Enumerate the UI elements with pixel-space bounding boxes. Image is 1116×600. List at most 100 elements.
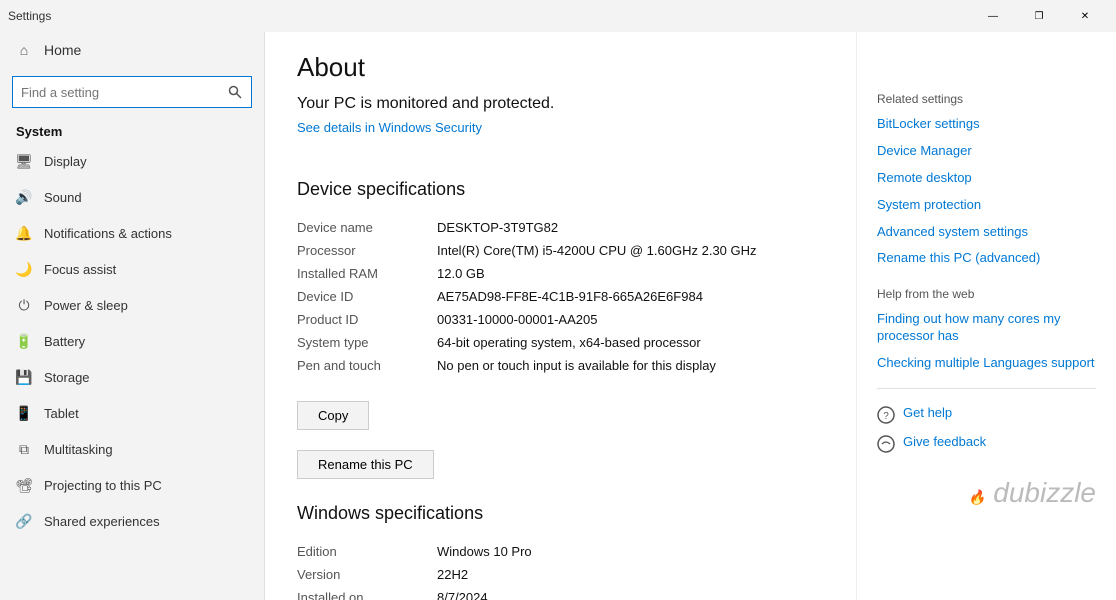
sidebar-item-power[interactable]: ⏻ Power & sleep	[0, 287, 264, 323]
sidebar-label-storage: Storage	[44, 370, 90, 385]
give-feedback-link[interactable]: Give feedback	[903, 434, 986, 451]
related-settings-link[interactable]: Advanced system settings	[877, 224, 1096, 241]
restore-button[interactable]: ❐	[1016, 0, 1062, 32]
spec-value: Windows 10 Pro	[437, 540, 824, 563]
give-feedback-row: Give feedback	[877, 434, 1096, 453]
sidebar-nav: 🖥 Display 🔊 Sound 🔔 Notifications & acti…	[0, 143, 264, 539]
notifications-icon: 🔔	[16, 225, 32, 241]
main-content: About Your PC is monitored and protected…	[265, 32, 856, 600]
get-help-link[interactable]: Get help	[903, 405, 952, 422]
sidebar-item-tablet[interactable]: 📱 Tablet	[0, 395, 264, 431]
sidebar-label-multitasking: Multitasking	[44, 442, 113, 457]
table-row: Pen and touchNo pen or touch input is av…	[297, 354, 824, 377]
divider	[877, 388, 1096, 389]
sidebar-item-focus[interactable]: 🌙 Focus assist	[0, 251, 264, 287]
table-row: Installed on8/7/2024	[297, 586, 824, 600]
battery-icon: 🔋	[16, 333, 32, 349]
focus-icon: 🌙	[16, 261, 32, 277]
search-icon	[228, 85, 242, 99]
sound-icon: 🔊	[16, 189, 32, 205]
sidebar-item-projecting[interactable]: 📽 Projecting to this PC	[0, 467, 264, 503]
device-specs-title: Device specifications	[297, 179, 824, 200]
window-controls: — ❐ ✕	[970, 0, 1108, 32]
help-title: Help from the web	[877, 287, 1096, 301]
spec-value: DESKTOP-3T9TG82	[437, 216, 824, 239]
pc-status-text: Your PC is monitored and protected.	[297, 95, 824, 113]
spec-value: 12.0 GB	[437, 262, 824, 285]
sidebar-label-notifications: Notifications & actions	[44, 226, 172, 241]
svg-text:?: ?	[883, 411, 889, 422]
spec-value: 22H2	[437, 563, 824, 586]
spec-value: No pen or touch input is available for t…	[437, 354, 824, 377]
table-row: Installed RAM12.0 GB	[297, 262, 824, 285]
sidebar-item-display[interactable]: 🖥 Display	[0, 143, 264, 179]
sidebar-label-projecting: Projecting to this PC	[44, 478, 162, 493]
sidebar-label-sound: Sound	[44, 190, 82, 205]
table-row: Version22H2	[297, 563, 824, 586]
spec-value: AE75AD98-FF8E-4C1B-91F8-665A26E6F984	[437, 285, 824, 308]
search-button[interactable]	[219, 77, 251, 107]
spec-label: Installed on	[297, 586, 437, 600]
related-settings-link[interactable]: System protection	[877, 197, 1096, 214]
help-links: Finding out how many cores my processor …	[877, 311, 1096, 372]
get-help-row: ? Get help	[877, 405, 1096, 424]
sidebar-item-multitasking[interactable]: ⧉ Multitasking	[0, 431, 264, 467]
spec-label: Edition	[297, 540, 437, 563]
related-settings-link[interactable]: BitLocker settings	[877, 116, 1096, 133]
spec-label: Device name	[297, 216, 437, 239]
app-title: Settings	[8, 9, 51, 23]
spec-label: Version	[297, 563, 437, 586]
copy-button[interactable]: Copy	[297, 401, 369, 430]
table-row: Device IDAE75AD98-FF8E-4C1B-91F8-665A26E…	[297, 285, 824, 308]
home-icon: ⌂	[16, 42, 32, 58]
sidebar-item-notifications[interactable]: 🔔 Notifications & actions	[0, 215, 264, 251]
table-row: System type64-bit operating system, x64-…	[297, 331, 824, 354]
table-row: Product ID00331-10000-00001-AA205	[297, 308, 824, 331]
right-panel: Related settings BitLocker settings Devic…	[856, 32, 1116, 600]
minimize-button[interactable]: —	[970, 0, 1016, 32]
help-web-link[interactable]: Checking multiple Languages support	[877, 355, 1096, 372]
related-settings-link[interactable]: Remote desktop	[877, 170, 1096, 187]
titlebar: Settings — ❐ ✕	[0, 0, 1116, 32]
sidebar-home-label: Home	[44, 42, 81, 58]
sidebar-item-home[interactable]: ⌂ Home	[0, 32, 264, 68]
sidebar-item-shared[interactable]: 🔗 Shared experiences	[0, 503, 264, 539]
sidebar-label-focus: Focus assist	[44, 262, 116, 277]
page-title: About	[297, 52, 824, 83]
related-settings-title: Related settings	[877, 92, 1096, 106]
sidebar-label-shared: Shared experiences	[44, 514, 160, 529]
tablet-icon: 📱	[16, 405, 32, 421]
rename-pc-button[interactable]: Rename this PC	[297, 450, 434, 479]
sidebar-item-battery[interactable]: 🔋 Battery	[0, 323, 264, 359]
multitasking-icon: ⧉	[16, 441, 32, 457]
help-web-link[interactable]: Finding out how many cores my processor …	[877, 311, 1096, 345]
sidebar-item-sound[interactable]: 🔊 Sound	[0, 179, 264, 215]
related-settings-link[interactable]: Device Manager	[877, 143, 1096, 160]
give-feedback-icon	[877, 435, 895, 453]
sidebar-label-display: Display	[44, 154, 87, 169]
search-box[interactable]	[12, 76, 252, 108]
related-links: BitLocker settings Device Manager Remote d…	[877, 116, 1096, 267]
storage-icon: 💾	[16, 369, 32, 385]
watermark: 🔥 dubizzle	[877, 477, 1096, 509]
spec-label: System type	[297, 331, 437, 354]
windows-security-link[interactable]: See details in Windows Security	[297, 120, 482, 135]
search-input[interactable]	[13, 81, 219, 104]
sidebar-label-power: Power & sleep	[44, 298, 128, 313]
get-help-icon: ?	[877, 406, 895, 424]
sidebar: ⌂ Home System 🖥 Display 🔊 Sound 🔔 Notifi…	[0, 32, 265, 600]
spec-label: Device ID	[297, 285, 437, 308]
display-icon: 🖥	[16, 153, 32, 169]
sidebar-item-storage[interactable]: 💾 Storage	[0, 359, 264, 395]
close-button[interactable]: ✕	[1062, 0, 1108, 32]
sidebar-section-label: System	[0, 116, 264, 143]
spec-label: Product ID	[297, 308, 437, 331]
table-row: EditionWindows 10 Pro	[297, 540, 824, 563]
windows-specs-table: EditionWindows 10 ProVersion22H2Installe…	[297, 540, 824, 600]
related-settings-link[interactable]: Rename this PC (advanced)	[877, 250, 1096, 267]
power-icon: ⏻	[16, 297, 32, 313]
shared-icon: 🔗	[16, 513, 32, 529]
spec-label: Processor	[297, 239, 437, 262]
projecting-icon: 📽	[16, 477, 32, 493]
spec-value: 00331-10000-00001-AA205	[437, 308, 824, 331]
